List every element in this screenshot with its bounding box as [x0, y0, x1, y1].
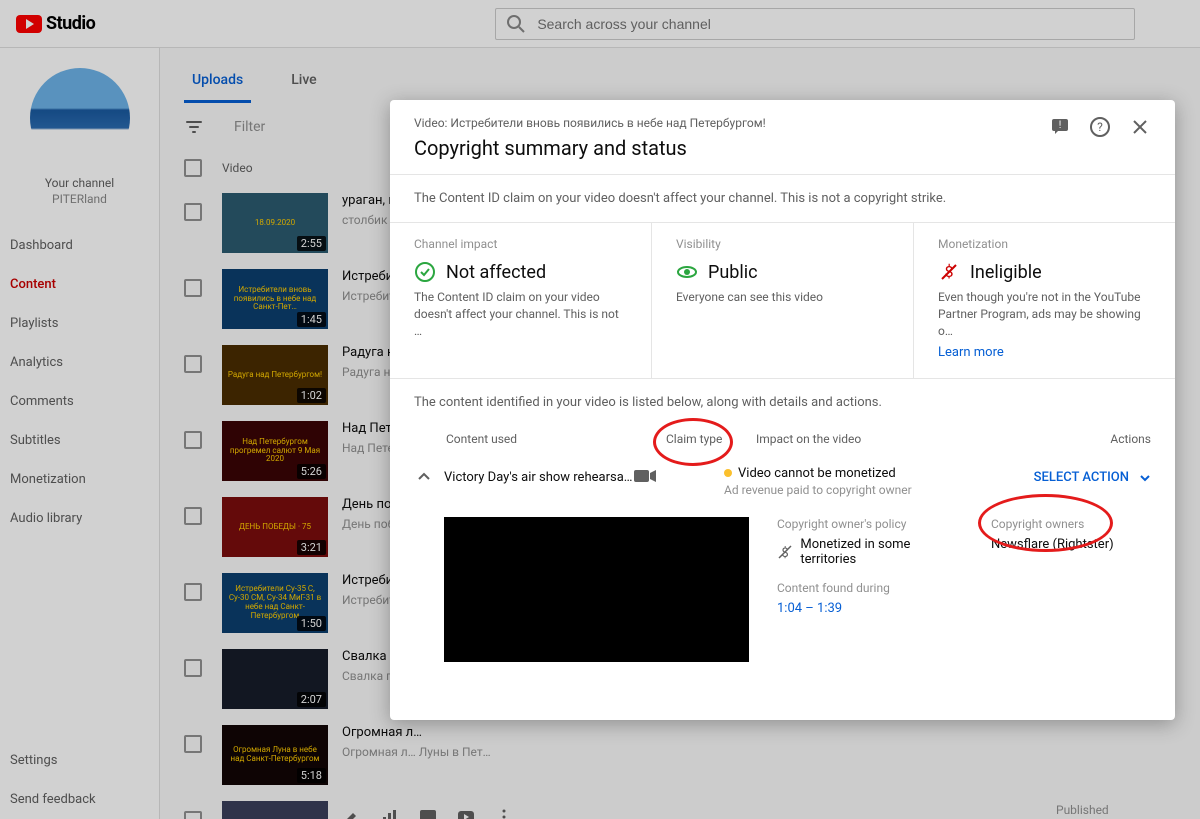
feedback-icon[interactable]: !: [1049, 116, 1071, 138]
claim-details-left: Copyright owner's policy $ Monetized in …: [777, 517, 963, 662]
claim-impact-sub: Ad revenue paid to copyright owner: [724, 483, 954, 497]
monetization-value: Ineligible: [970, 262, 1042, 283]
channel-impact-desc: The Content ID claim on your video doesn…: [414, 289, 627, 339]
status-channel-impact: Channel impact Not affected The Content …: [390, 223, 652, 378]
found-timestamp-link[interactable]: 1:04 – 1:39: [777, 601, 963, 616]
learn-more-link[interactable]: Learn more: [938, 345, 1004, 360]
modal-eyebrow: Video: Истребители вновь появились в неб…: [414, 116, 1031, 130]
claim-expanded: Copyright owner's policy $ Monetized in …: [390, 503, 1175, 682]
chevron-up-icon[interactable]: [414, 466, 438, 486]
owners-label: Copyright owners: [991, 517, 1151, 531]
modal-note: The Content ID claim on your video doesn…: [390, 175, 1175, 223]
col-actions: Actions: [986, 432, 1151, 446]
col-claim-type: Claim type: [666, 432, 756, 446]
claims-note: The content identified in your video is …: [390, 379, 1175, 426]
channel-impact-label: Channel impact: [414, 237, 627, 251]
col-content-used: Content used: [446, 432, 666, 446]
claim-row: Victory Day's air show rehearsal over S……: [390, 456, 1175, 503]
visibility-value: Public: [708, 262, 758, 283]
claim-details-right: Copyright owners Newsflare (Rightster): [991, 517, 1151, 662]
help-icon[interactable]: ?: [1089, 116, 1111, 138]
visibility-desc: Everyone can see this video: [676, 289, 889, 306]
check-circle-icon: [414, 261, 436, 283]
modal-header: Video: Истребители вновь появились в неб…: [390, 100, 1175, 175]
owner-name: Newsflare (Rightster): [991, 537, 1114, 552]
claim-content-title: Victory Day's air show rehearsal over S…: [444, 466, 634, 485]
warning-dot-icon: [724, 469, 732, 477]
modal-title: Copyright summary and status: [414, 136, 1031, 160]
eye-icon: [676, 261, 698, 283]
claim-impact-cell: Video cannot be monetized Ad revenue pai…: [724, 466, 954, 497]
video-camera-icon: [634, 468, 658, 484]
copyright-modal: Video: Истребители вновь появились в неб…: [390, 100, 1175, 720]
close-icon[interactable]: [1129, 116, 1151, 138]
policy-text: Monetized in some territories: [800, 537, 963, 567]
video-preview[interactable]: [444, 517, 749, 662]
visibility-label: Visibility: [676, 237, 889, 251]
claim-impact-text: Video cannot be monetized: [738, 466, 896, 481]
monetization-desc: Even though you're not in the YouTube Pa…: [938, 289, 1151, 339]
select-action-button[interactable]: SELECT ACTION: [954, 466, 1151, 485]
select-action-label: SELECT ACTION: [1034, 470, 1129, 485]
col-impact: Impact on the video: [756, 432, 986, 446]
dollar-off-icon: $: [938, 261, 960, 283]
policy-value: $ Monetized in some territories: [777, 537, 963, 567]
chevron-down-icon: [1139, 472, 1151, 484]
claims-header: Content used Claim type Impact on the vi…: [390, 426, 1175, 456]
policy-label: Copyright owner's policy: [777, 517, 963, 531]
svg-text:!: !: [1059, 120, 1062, 131]
monetization-label: Monetization: [938, 237, 1151, 251]
status-grid: Channel impact Not affected The Content …: [390, 223, 1175, 379]
status-visibility: Visibility Public Everyone can see this …: [652, 223, 914, 378]
status-monetization: Monetization $ Ineligible Even though yo…: [914, 223, 1175, 378]
channel-impact-value: Not affected: [446, 262, 546, 283]
svg-text:?: ?: [1097, 120, 1103, 134]
dollar-off-icon: $: [777, 544, 792, 560]
claim-type-cell: [634, 466, 724, 484]
found-label: Content found during: [777, 581, 963, 595]
